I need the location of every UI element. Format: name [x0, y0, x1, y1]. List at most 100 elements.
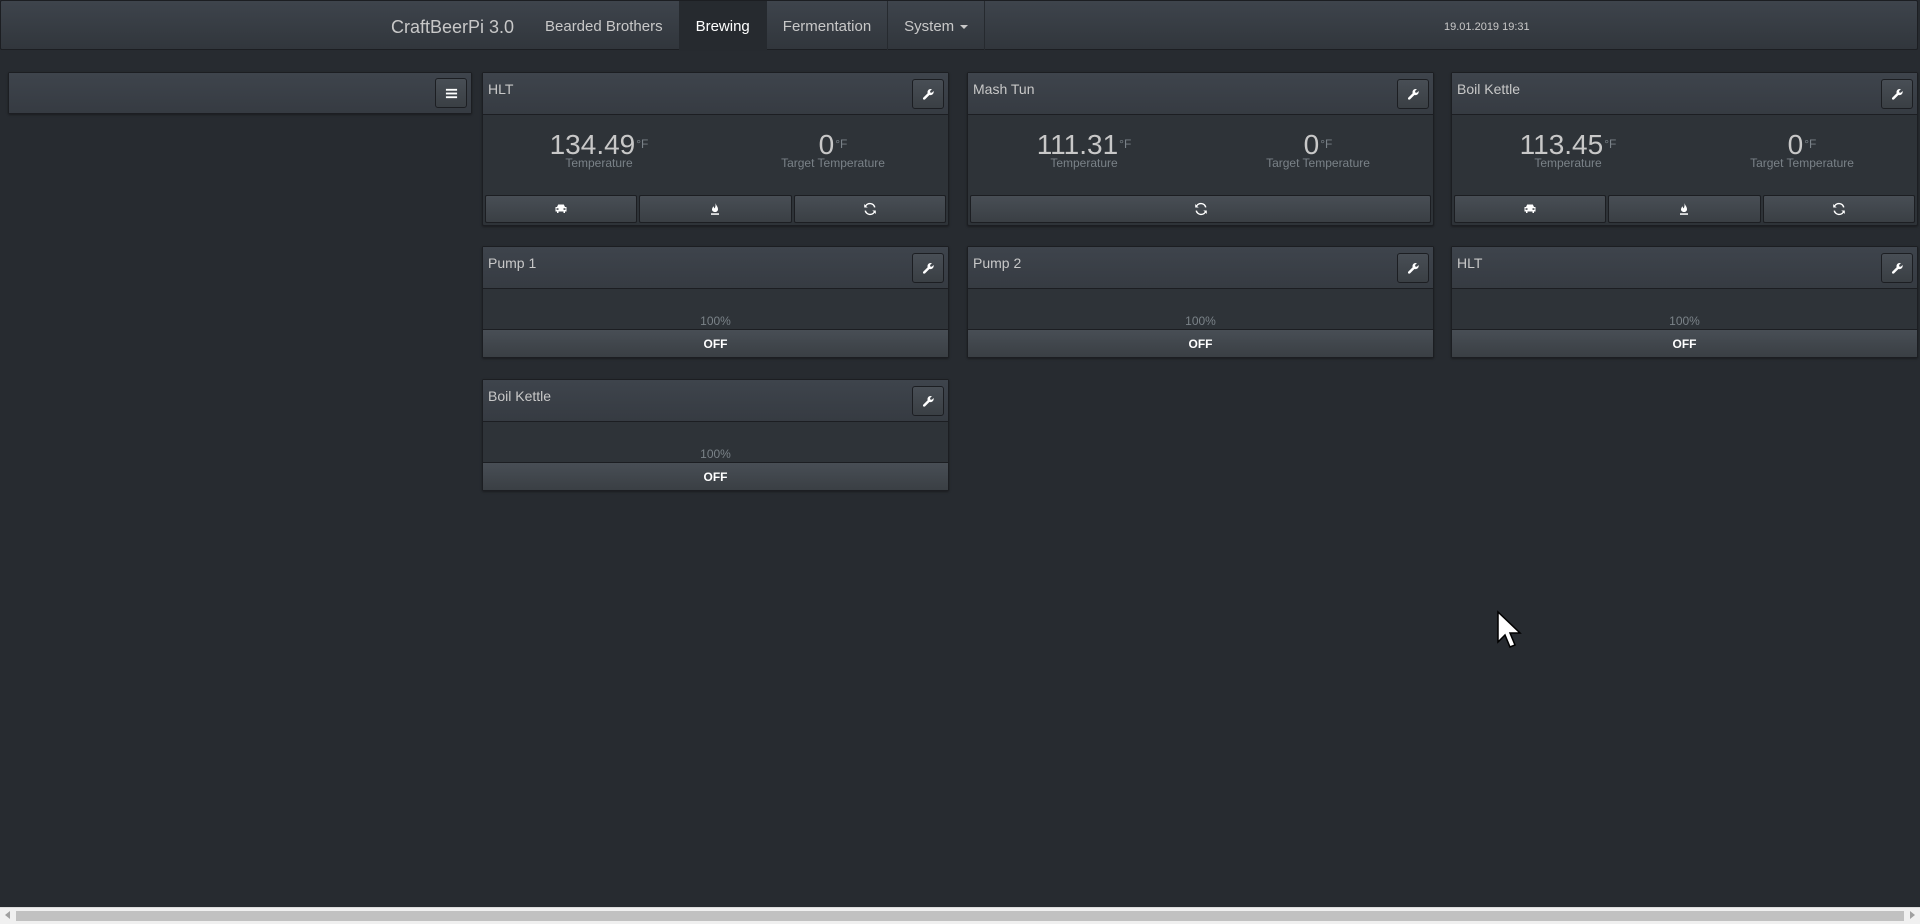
actor-title: HLT — [1457, 255, 1483, 271]
actor-power-percent: 100% — [700, 314, 731, 328]
target-temperature-readout: 0°F Target Temperature — [1702, 131, 1902, 170]
refresh-icon — [864, 202, 876, 216]
kettle-title: HLT — [488, 81, 514, 97]
refresh-button[interactable] — [1762, 195, 1915, 223]
actor-toggle-button[interactable]: OFF — [483, 462, 948, 490]
target-temperature-readout: 0°F Target Temperature — [1218, 131, 1418, 170]
actor-settings-button[interactable] — [912, 386, 944, 416]
car-icon — [1524, 204, 1536, 213]
nav-item-label: Bearded Brothers — [545, 17, 663, 35]
refresh-icon — [1194, 202, 1207, 216]
mouse-cursor-icon — [1497, 610, 1522, 648]
top-navbar: CraftBeerPi 3.0 Bearded Brothers Brewing… — [0, 0, 1918, 51]
actor-panel-hlt: HLT 100% OFF — [1451, 246, 1918, 358]
actor-panel-header: Pump 1 — [483, 247, 948, 289]
actor-settings-button[interactable] — [1881, 253, 1913, 283]
wrench-icon — [1407, 88, 1419, 100]
wrench-icon — [922, 88, 934, 100]
target-temperature-unit: °F — [835, 136, 848, 151]
kettle-settings-button[interactable] — [912, 79, 944, 109]
refresh-button[interactable] — [970, 195, 1431, 223]
refresh-icon — [1833, 202, 1845, 216]
fire-icon — [1680, 203, 1689, 215]
kettle-title: Boil Kettle — [1457, 81, 1521, 97]
horizontal-scrollbar[interactable] — [0, 907, 1920, 924]
temperature-unit: °F — [636, 136, 649, 151]
kettle-button-row — [970, 195, 1431, 223]
actor-power-percent: 100% — [1669, 314, 1700, 328]
actor-toggle-button[interactable]: OFF — [968, 329, 1433, 357]
fire-icon — [711, 203, 720, 215]
actor-settings-button[interactable] — [1397, 253, 1429, 283]
kettle-settings-button[interactable] — [1397, 79, 1429, 109]
nav-item-system-dropdown[interactable]: System — [888, 1, 986, 51]
wrench-icon — [922, 395, 934, 407]
kettle-settings-button[interactable] — [1881, 79, 1913, 109]
nav-item-label: Fermentation — [782, 17, 872, 35]
wrench-icon — [922, 262, 934, 274]
actor-panel-pump-1: Pump 1 100% OFF — [482, 246, 949, 358]
caret-down-icon — [960, 25, 969, 29]
sidebar-menu-button[interactable] — [435, 78, 467, 108]
actor-title: Pump 1 — [488, 255, 537, 271]
actor-title: Boil Kettle — [488, 388, 552, 404]
actor-panel-header: HLT — [1452, 247, 1917, 289]
heater-toggle-button[interactable] — [639, 195, 792, 223]
target-temperature-unit: °F — [1804, 136, 1817, 151]
nav-item-label: Brewing — [695, 17, 750, 35]
actor-toggle-button[interactable]: OFF — [1452, 329, 1917, 357]
sidebar-panel — [8, 72, 472, 114]
kettle-readouts: 111.31°F Temperature 0°F Target Temperat… — [968, 115, 1433, 193]
temperature-readout: 134.49°F Temperature — [499, 131, 699, 170]
nav-item-brewing[interactable]: Brewing — [679, 1, 767, 51]
refresh-button[interactable] — [793, 195, 946, 223]
actor-panel-pump-2: Pump 2 100% OFF — [967, 246, 1434, 358]
automatic-mode-button[interactable] — [1454, 195, 1607, 223]
kettle-panel-header: Boil Kettle — [1452, 73, 1917, 115]
actor-title: Pump 2 — [973, 255, 1022, 271]
list-icon — [445, 88, 457, 98]
wrench-icon — [1891, 262, 1903, 274]
target-temperature-label: Target Temperature — [1266, 156, 1370, 170]
heater-toggle-button[interactable] — [1608, 195, 1761, 223]
nav-item-bearded-brothers[interactable]: Bearded Brothers — [529, 1, 680, 51]
actor-panel-header: Boil Kettle — [483, 380, 948, 422]
temperature-label: Temperature — [1050, 156, 1118, 170]
kettle-panel-header: Mash Tun — [968, 73, 1433, 115]
sidebar-panel-header — [9, 73, 471, 113]
temperature-unit: °F — [1119, 136, 1132, 151]
kettle-panel-boil-kettle: Boil Kettle 113.45°F Temperature 0°F Tar… — [1451, 72, 1918, 226]
target-temperature-label: Target Temperature — [1750, 156, 1854, 170]
kettle-panel-hlt: HLT 134.49°F Temperature 0°F Target Temp… — [482, 72, 949, 226]
nav-item-label: System — [904, 17, 955, 35]
nav-item-fermentation[interactable]: Fermentation — [767, 1, 889, 51]
target-temperature-label: Target Temperature — [781, 156, 885, 170]
kettle-readouts: 113.45°F Temperature 0°F Target Temperat… — [1452, 115, 1917, 193]
actor-panel-boil-kettle: Boil Kettle 100% OFF — [482, 379, 949, 491]
wrench-icon — [1407, 262, 1419, 274]
temperature-label: Temperature — [565, 156, 633, 170]
scroll-right-icon[interactable] — [1910, 911, 1915, 919]
temperature-readout: 113.45°F Temperature — [1468, 131, 1668, 170]
kettle-panel-header: HLT — [483, 73, 948, 115]
car-icon — [555, 204, 567, 213]
kettle-button-row — [485, 195, 946, 223]
target-temperature-unit: °F — [1320, 136, 1333, 151]
scrollbar-thumb[interactable] — [16, 911, 1904, 921]
kettle-button-row — [1454, 195, 1915, 223]
actor-power-percent: 100% — [1185, 314, 1216, 328]
kettle-title: Mash Tun — [973, 81, 1035, 97]
temperature-readout: 111.31°F Temperature — [984, 131, 1184, 170]
actor-toggle-button[interactable]: OFF — [483, 329, 948, 357]
temperature-label: Temperature — [1534, 156, 1602, 170]
actor-power-percent: 100% — [700, 447, 731, 461]
automatic-mode-button[interactable] — [485, 195, 638, 223]
target-temperature-readout: 0°F Target Temperature — [733, 131, 933, 170]
scroll-left-icon[interactable] — [5, 911, 10, 919]
actor-panel-header: Pump 2 — [968, 247, 1433, 289]
temperature-unit: °F — [1604, 136, 1617, 151]
brand-link[interactable]: CraftBeerPi 3.0 — [391, 17, 514, 38]
actor-settings-button[interactable] — [912, 253, 944, 283]
main-nav: Bearded Brothers Brewing Fermentation Sy… — [529, 1, 986, 51]
kettle-readouts: 134.49°F Temperature 0°F Target Temperat… — [483, 115, 948, 193]
